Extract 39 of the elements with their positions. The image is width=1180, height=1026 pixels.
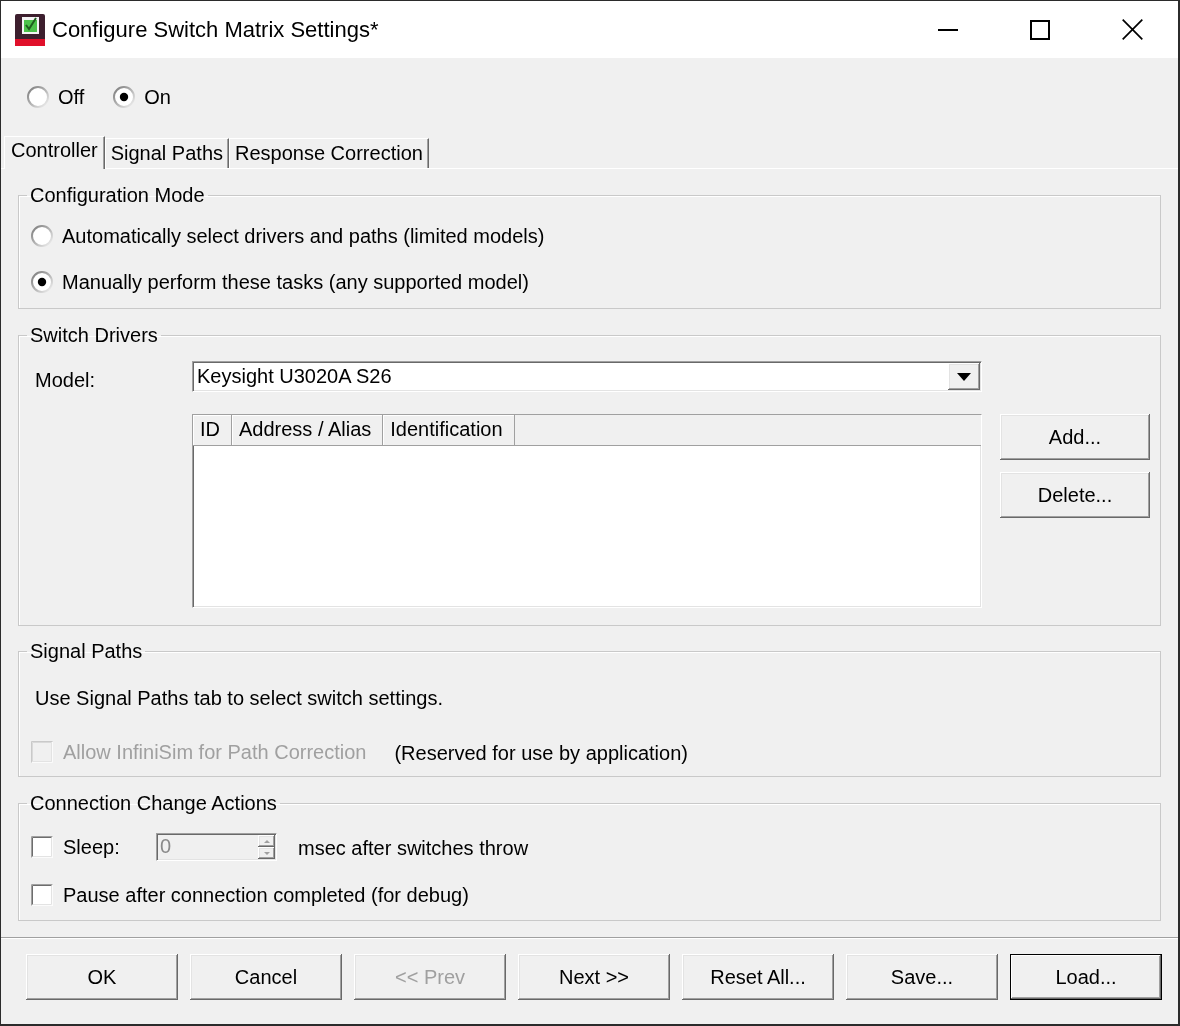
next-button[interactable]: Next >> (518, 954, 670, 1000)
load-button[interactable]: Load... (1010, 954, 1162, 1000)
column-header[interactable]: Address / Alias (232, 415, 384, 445)
group-title: Signal Paths (29, 640, 144, 663)
caret-up-icon (263, 839, 270, 843)
minimize-icon[interactable] (938, 28, 958, 31)
model-label: Model: (35, 369, 96, 392)
column-header[interactable]: ID (193, 415, 232, 445)
hint-text: Use Signal Paths tab to select switch settings. (35, 687, 443, 710)
tab[interactable]: Controller (4, 136, 105, 169)
maximize-icon[interactable] (1030, 19, 1050, 40)
column-header[interactable]: Identification (383, 415, 515, 445)
group-title: Switch Drivers (29, 324, 159, 347)
ok-button[interactable]: OK (26, 954, 178, 1000)
checkmark-tile-icon (15, 13, 45, 46)
reserved-note: (Reserved for use by application) (394, 741, 688, 765)
drivers-table[interactable]: ID Address / Alias Identification (192, 414, 982, 608)
group-title: Connection Change Actions (29, 792, 278, 815)
radio-option[interactable]: On (113, 85, 171, 109)
checkbox-option[interactable]: Pause after connection completed (for debug) (31, 883, 469, 907)
cancel-button[interactable]: Cancel (190, 954, 342, 1000)
radio-option[interactable]: Off (27, 85, 85, 109)
checkbox-option[interactable]: Sleep: (31, 835, 120, 859)
tab[interactable]: Response Correction (229, 138, 429, 168)
close-icon[interactable] (1121, 19, 1143, 40)
group-title: Configuration Mode (29, 184, 206, 207)
save-button[interactable]: Save... (846, 954, 998, 1000)
caret-down-icon (263, 851, 270, 855)
model-dropdown[interactable]: Keysight U3020A S26 (192, 361, 982, 392)
reset-all-button[interactable]: Reset All... (682, 954, 834, 1000)
radio-option[interactable]: Automatically select drivers and paths (limited models) (31, 224, 545, 248)
add-button[interactable]: Add... (1000, 414, 1150, 460)
delete-button[interactable]: Delete... (1000, 472, 1150, 518)
caret-down-icon (957, 372, 971, 381)
unit-label: msec after switches throw (298, 836, 529, 860)
dropdown-button[interactable] (948, 363, 980, 390)
radio-option[interactable]: Manually perform these tasks (any supported model) (31, 270, 529, 294)
tab[interactable]: Signal Paths (104, 138, 229, 168)
window-title: Configure Switch Matrix Settings* (52, 16, 379, 43)
